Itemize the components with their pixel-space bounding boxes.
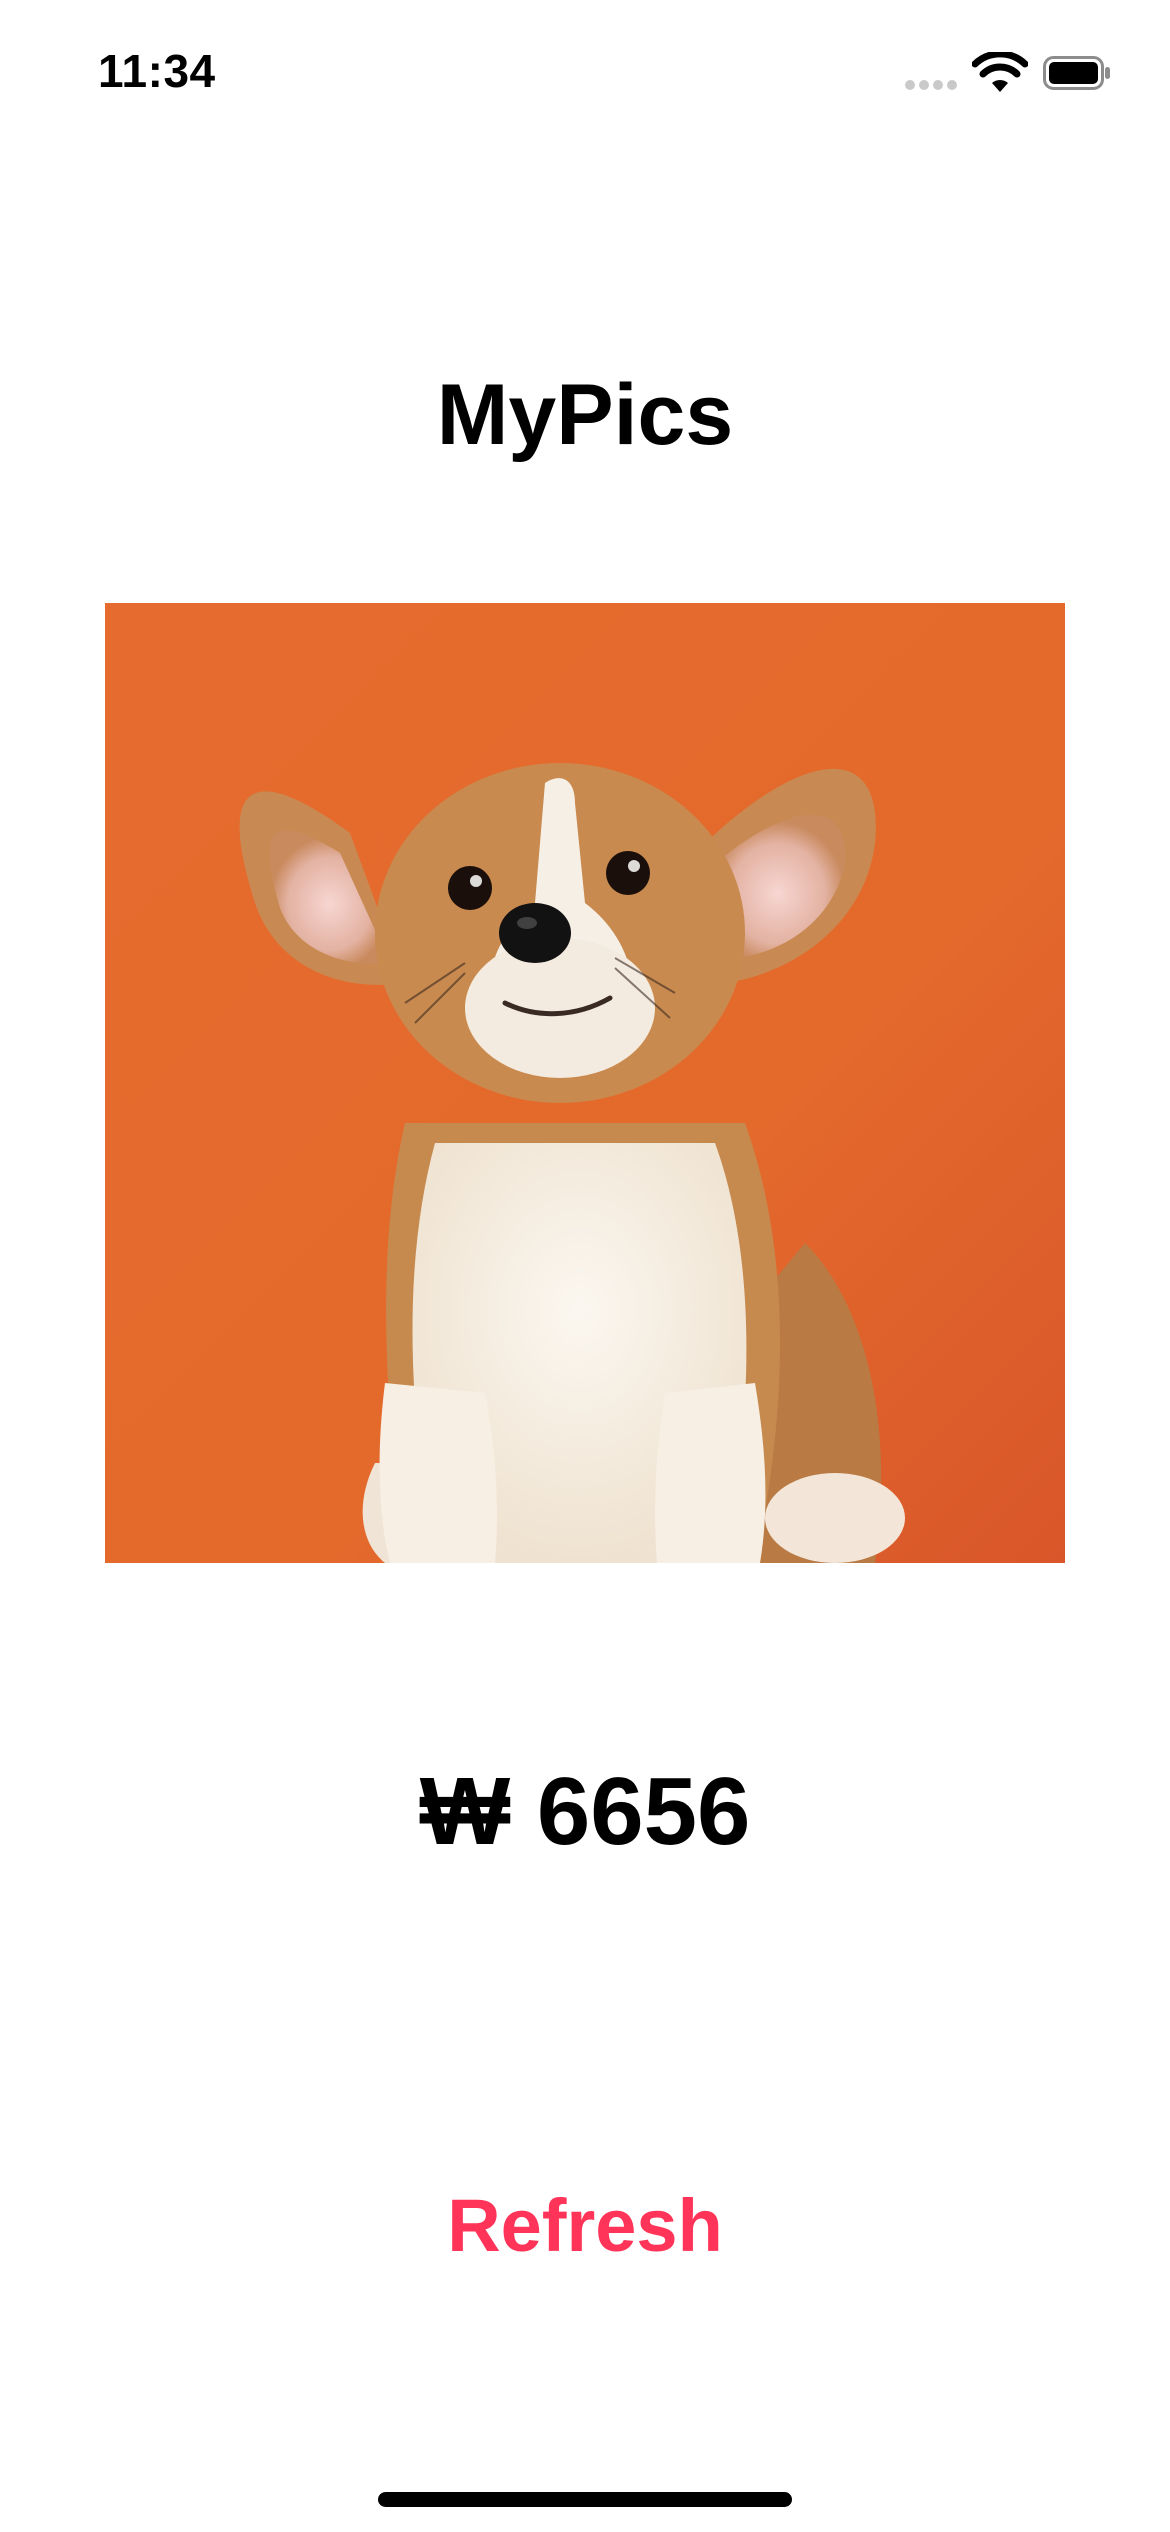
wifi-icon bbox=[972, 52, 1028, 92]
status-time: 11:34 bbox=[98, 45, 216, 97]
corgi-puppy-photo bbox=[105, 603, 1065, 1563]
home-indicator[interactable] bbox=[378, 2492, 792, 2507]
refresh-button[interactable]: Refresh bbox=[385, 2170, 785, 2280]
price-label: ₩ 6656 bbox=[419, 1758, 751, 1865]
app-title: MyPics bbox=[436, 367, 734, 463]
status-bar: 11:34 bbox=[0, 0, 1170, 150]
battery-icon bbox=[1043, 56, 1110, 90]
signal-dots-icon bbox=[905, 80, 960, 92]
